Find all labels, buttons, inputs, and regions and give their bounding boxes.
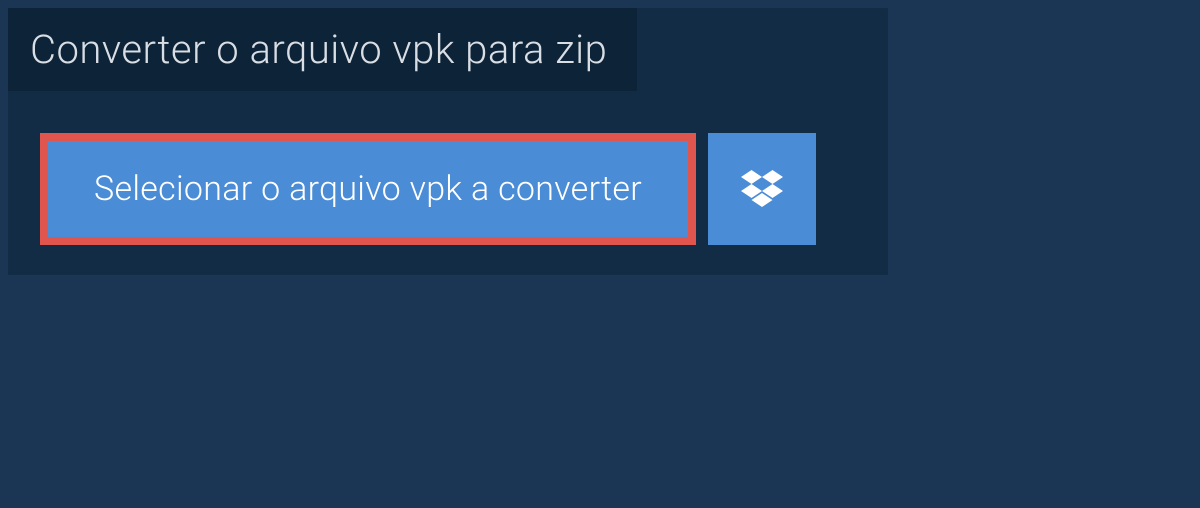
dropbox-button[interactable] (708, 133, 816, 245)
select-file-button-label: Selecionar o arquivo vpk a converter (94, 169, 642, 209)
dropbox-icon (741, 170, 783, 208)
page-title: Converter o arquivo vpk para zip (30, 26, 607, 73)
select-file-button[interactable]: Selecionar o arquivo vpk a converter (40, 133, 696, 245)
button-row: Selecionar o arquivo vpk a converter (8, 133, 888, 245)
converter-panel: Converter o arquivo vpk para zip Selecio… (8, 8, 888, 275)
title-bar: Converter o arquivo vpk para zip (8, 8, 637, 91)
